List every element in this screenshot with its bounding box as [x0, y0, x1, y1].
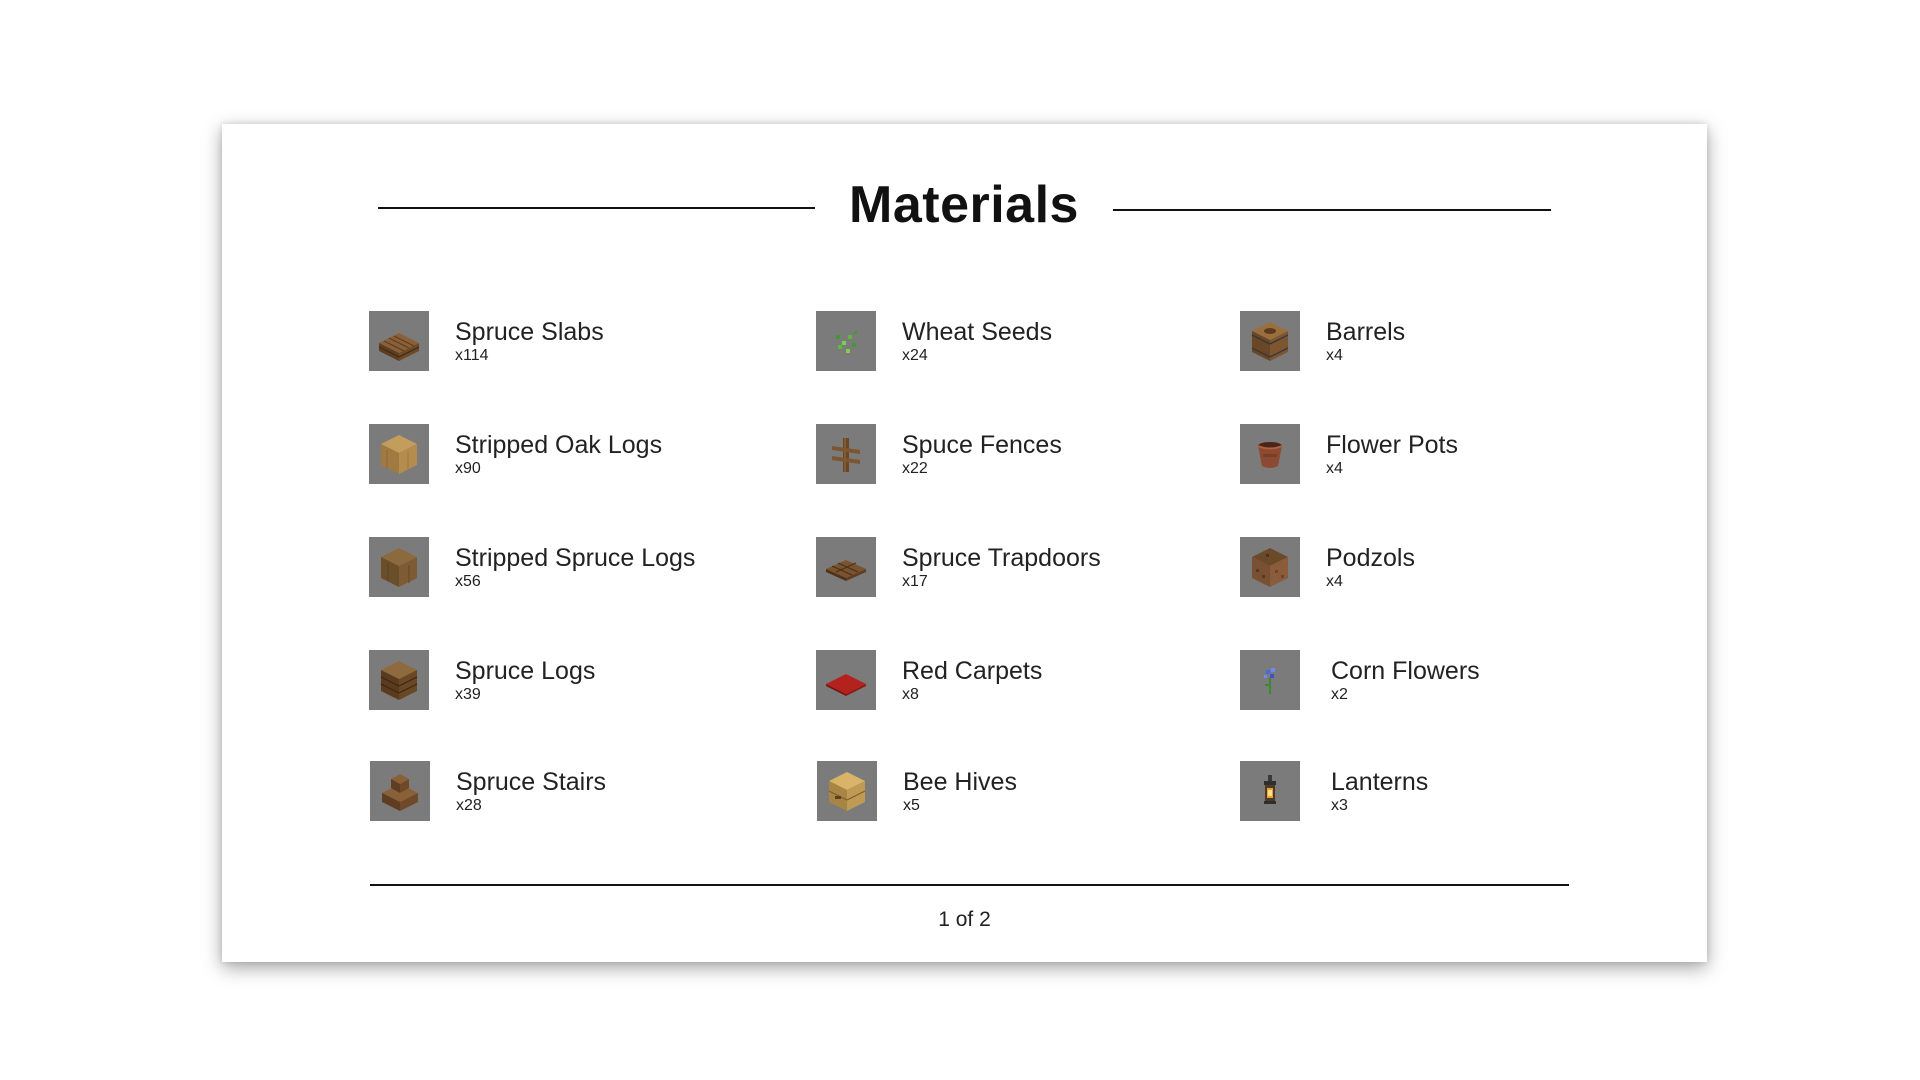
item-quantity: x4 [1326, 460, 1343, 477]
item-name: Spruce Logs [455, 657, 596, 685]
lantern-icon [1240, 761, 1300, 821]
page-indicator: 1 of 2 [938, 908, 991, 931]
item-quantity: x114 [455, 347, 489, 364]
spruce-stairs-icon [370, 761, 430, 821]
stripped-oak-log-icon [369, 424, 429, 484]
material-item: Flower Pots x4 [1240, 424, 1458, 484]
material-item: Stripped Oak Logs x90 [369, 424, 662, 484]
item-name: Wheat Seeds [902, 318, 1053, 346]
material-item: Spruce Slabs x114 [369, 311, 604, 371]
material-item: Podzols x4 [1240, 537, 1415, 597]
material-item: Wheat Seeds x24 [816, 311, 1052, 371]
item-name: Spruce Slabs [455, 318, 604, 346]
item-quantity: x3 [1331, 797, 1348, 814]
material-item: Bee Hives x5 [817, 761, 1017, 821]
item-name: Lanterns [1331, 768, 1429, 796]
item-quantity: x90 [455, 460, 481, 477]
item-name: Red Carpets [902, 657, 1043, 685]
item-quantity: x4 [1326, 573, 1343, 590]
item-quantity: x39 [455, 686, 481, 703]
item-name: Podzols [1326, 544, 1415, 572]
bee-hive-icon [817, 761, 877, 821]
spruce-trapdoor-icon [816, 537, 876, 597]
item-name: Spuce Fences [902, 431, 1062, 459]
material-item: Spruce Trapdoors x17 [816, 537, 1101, 597]
item-name: Flower Pots [1326, 431, 1458, 459]
item-name: Corn Flowers [1331, 657, 1480, 685]
item-quantity: x5 [903, 797, 920, 814]
item-name: Spruce Stairs [456, 768, 607, 796]
item-name: Spruce Trapdoors [902, 544, 1101, 572]
material-item: Spruce Stairs x28 [370, 761, 606, 821]
spruce-log-icon [369, 650, 429, 710]
podzol-icon [1240, 537, 1300, 597]
item-quantity: x28 [456, 797, 482, 814]
red-carpet-icon [816, 650, 876, 710]
materials-grid: Spruce Slabs x114 Stripped Oak Logs x90 [222, 124, 1707, 962]
flower-pot-icon [1240, 424, 1300, 484]
item-name: Barrels [1326, 318, 1406, 346]
material-item: Lanterns x3 [1240, 761, 1428, 821]
spruce-fence-icon [816, 424, 876, 484]
item-quantity: x4 [1326, 347, 1343, 364]
material-item: Corn Flowers x2 [1240, 650, 1480, 710]
item-name: Stripped Spruce Logs [455, 544, 696, 572]
stripped-spruce-log-icon [369, 537, 429, 597]
material-item: Spruce Logs x39 [369, 650, 595, 710]
footer-rule [370, 884, 1569, 886]
wheat-seeds-icon [816, 311, 876, 371]
spruce-slab-icon [369, 311, 429, 371]
item-quantity: x2 [1331, 686, 1348, 703]
item-quantity: x22 [902, 460, 928, 477]
item-quantity: x24 [902, 347, 928, 364]
item-quantity: x17 [902, 573, 928, 590]
materials-card: Materials Spruce Slabs x114 Stripped Oak… [222, 124, 1707, 962]
item-quantity: x8 [902, 686, 919, 703]
material-item: Red Carpets x8 [816, 650, 1042, 710]
item-name: Bee Hives [903, 768, 1017, 796]
material-item: Barrels x4 [1240, 311, 1405, 371]
material-item: Spuce Fences x22 [816, 424, 1062, 484]
cornflower-icon [1240, 650, 1300, 710]
item-quantity: x56 [455, 573, 481, 590]
item-name: Stripped Oak Logs [455, 431, 663, 459]
material-item: Stripped Spruce Logs x56 [369, 537, 695, 597]
barrel-icon [1240, 311, 1300, 371]
